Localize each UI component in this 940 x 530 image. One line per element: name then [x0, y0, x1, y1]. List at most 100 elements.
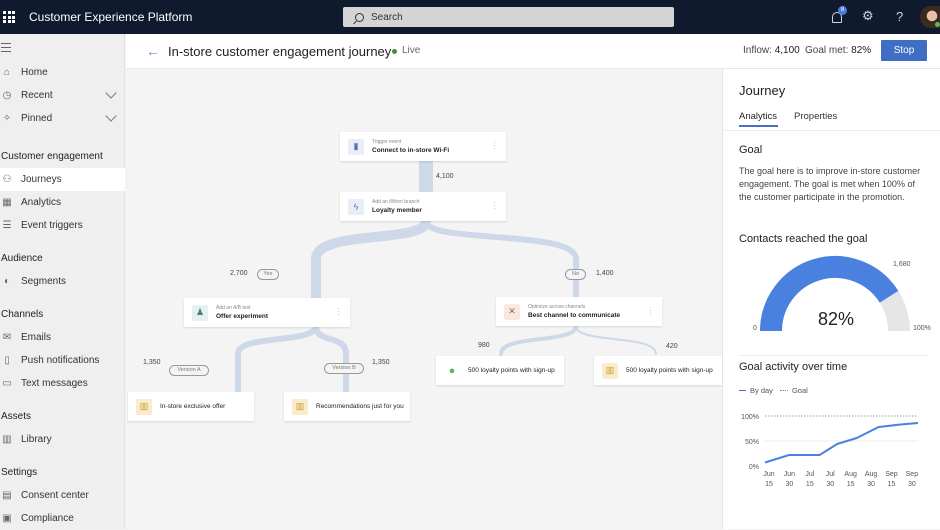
presence-indicator	[935, 22, 940, 27]
connector-no	[423, 218, 579, 302]
sidebar-item-pinned[interactable]: ✧ Pinned	[0, 107, 125, 130]
pin-icon: ✧	[2, 113, 12, 124]
offer-icon: ▥	[136, 398, 152, 415]
section-heading-channels: Channels	[1, 309, 44, 320]
x-tick-label: Jul	[805, 471, 814, 478]
node-subtitle: Optimize across channels	[528, 303, 586, 310]
notification-badge: 8	[838, 6, 847, 15]
sidebar-item-event-triggers[interactable]: ☰ Event triggers	[0, 214, 125, 237]
x-tick-label: Sep	[906, 471, 919, 478]
count-version-a: 1,350	[143, 359, 161, 366]
x-tick-label: Jul	[826, 471, 835, 478]
pill-version-b: Version B	[324, 363, 364, 374]
sidebar-item-label: Push notifications	[21, 355, 100, 366]
gauge-max-label: 100%	[913, 325, 931, 332]
sidebar-item-label: Analytics	[21, 197, 62, 208]
x-tick-label: 15	[765, 481, 773, 488]
top-bar: Customer Experience Platform Search 8 ⚙ …	[0, 0, 940, 34]
segments-icon: ◐	[3, 276, 11, 287]
sidebar-item-consent-center[interactable]: ▤ Consent center	[0, 484, 125, 507]
node-optimize-channels[interactable]: ✕ Optimize across channels Best channel t…	[496, 297, 662, 326]
tab-properties[interactable]: Properties	[794, 111, 837, 122]
back-arrow-icon[interactable]: ←	[146, 43, 160, 59]
node-title: Loyalty member	[372, 206, 422, 214]
sidebar-item-compliance[interactable]: ▣ Compliance	[0, 507, 125, 530]
sidebar-item-label: Emails	[21, 332, 52, 343]
hamburger-menu-icon[interactable]	[1, 43, 11, 55]
more-options-icon[interactable]: · · ·	[337, 305, 340, 319]
node-offer-a[interactable]: ▥ In-store exclusive offer	[128, 392, 254, 421]
help-icon[interactable]: ?	[896, 9, 903, 24]
node-title: Offer experiment	[216, 312, 269, 320]
compliance-icon: ▣	[2, 513, 12, 524]
sidebar-item-segments[interactable]: ◐ Segments	[0, 270, 125, 293]
node-ab-test[interactable]: ♟ Add an A/B test Offer experiment · · ·	[184, 298, 350, 327]
connector-channel-1	[499, 324, 578, 356]
connector-yes	[311, 216, 431, 304]
status-badge: Live	[402, 45, 421, 56]
goal-met-label: Goal met:	[805, 45, 849, 56]
legend-goal: Goal	[791, 386, 808, 395]
chevron-down-icon[interactable]	[105, 110, 117, 122]
node-title: In-store exclusive offer	[160, 403, 226, 410]
sidebar-item-recent[interactable]: ◷ Recent	[0, 84, 125, 107]
count-yes: 2,700	[230, 270, 248, 277]
goal-met-stat: Goal met: 82%	[805, 45, 871, 56]
node-subtitle: Add an A/B test	[216, 304, 251, 311]
analytics-icon: ▦	[2, 197, 12, 208]
legend-by-day: By day	[750, 386, 773, 395]
sidebar-item-text-messages[interactable]: ▭ Text messages	[0, 372, 125, 395]
journey-canvas[interactable]: ▮ Trigger event Connect to in-store Wi-Fi…	[126, 69, 722, 529]
sidebar-item-library[interactable]: ▥ Library	[0, 428, 125, 451]
page-title: In-store customer engagement journey	[168, 44, 392, 59]
gear-icon[interactable]: ⚙	[862, 8, 874, 24]
home-icon: ⌂	[3, 67, 11, 78]
x-tick-label: Aug	[844, 471, 857, 478]
section-heading-assets: Assets	[1, 411, 32, 422]
tab-analytics[interactable]: Analytics	[739, 111, 777, 122]
x-tick-label: 15	[806, 481, 814, 488]
node-loyalty-1[interactable]: ● 500 loyalty points with sign-up	[436, 356, 564, 385]
sidebar-item-label: Pinned	[21, 113, 53, 124]
inflow-stat: Inflow: 4,100	[743, 45, 800, 56]
y-tick-label: 0%	[749, 464, 759, 471]
email-icon: ✉	[2, 332, 12, 343]
sidebar-item-home[interactable]: ⌂ Home	[0, 61, 125, 84]
more-options-icon[interactable]: · · ·	[649, 304, 652, 318]
pill-version-a: Version A	[169, 365, 209, 376]
sidebar-item-label: Recent	[21, 90, 53, 101]
node-if-then-branch[interactable]: ϟ Add an if/then branch Loyalty member · ·…	[340, 192, 506, 221]
sidebar-item-push-notifications[interactable]: ▯ Push notifications	[0, 349, 125, 372]
page-header: ← In-store customer engagement journey L…	[126, 34, 940, 69]
more-options-icon[interactable]: · · ·	[493, 139, 496, 153]
offer-icon: ▥	[602, 362, 618, 379]
x-tick-label: 30	[826, 481, 834, 488]
activity-heading: Goal activity over time	[739, 361, 848, 373]
x-tick-label: 30	[786, 481, 794, 488]
sidebar-item-emails[interactable]: ✉ Emails	[0, 326, 125, 349]
inflow-label: Inflow:	[743, 45, 772, 56]
more-options-icon[interactable]: · · ·	[493, 199, 496, 213]
library-icon: ▥	[2, 434, 12, 445]
section-heading-customer-engagement: Customer engagement	[1, 151, 103, 162]
chat-icon: ●	[444, 362, 460, 379]
x-tick-label: Jun	[784, 471, 795, 478]
divider	[739, 355, 929, 356]
search-input[interactable]: Search	[343, 7, 674, 27]
chevron-down-icon[interactable]	[105, 87, 117, 99]
x-tick-label: 30	[867, 481, 875, 488]
section-heading-settings: Settings	[1, 467, 38, 478]
optimize-icon: ✕	[504, 303, 520, 320]
app-launcher-icon[interactable]	[3, 11, 15, 23]
trigger-icon: ▮	[348, 138, 364, 155]
sidebar-item-journeys[interactable]: ⚇ Journeys	[0, 168, 125, 191]
live-status-dot	[392, 49, 397, 54]
node-loyalty-2[interactable]: ▥ 500 loyalty points with sign-up	[594, 356, 722, 385]
node-trigger-event[interactable]: ▮ Trigger event Connect to in-store Wi-Fi…	[340, 132, 506, 161]
node-title: Connect to in-store Wi-Fi	[372, 146, 450, 154]
section-heading-audience: Audience	[1, 253, 43, 264]
sidebar-item-analytics[interactable]: ▦ Analytics	[0, 191, 125, 214]
stop-button[interactable]: Stop	[881, 40, 927, 61]
node-offer-b[interactable]: ▥ Recommendations just for you	[284, 392, 410, 421]
divider	[723, 130, 940, 131]
